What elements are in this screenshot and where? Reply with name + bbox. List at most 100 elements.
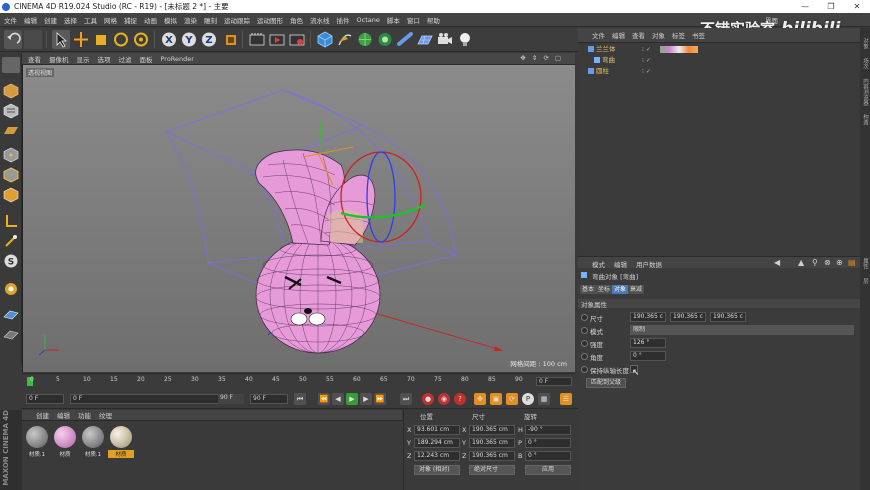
settings-icon[interactable]: ▤ — [848, 258, 856, 267]
end-frame-field[interactable]: 90 F — [250, 394, 288, 404]
material-menu-function[interactable]: 功能 — [78, 410, 91, 420]
y-axis-lock-icon[interactable]: Y — [180, 30, 198, 49]
record-button[interactable]: ● — [422, 393, 434, 405]
play-button[interactable]: ▶ — [346, 393, 358, 405]
tab-basic[interactable]: 基本 — [580, 285, 597, 294]
viewport-nav-icons[interactable]: ✥ ⇕ ⟳ ▢ — [520, 54, 563, 62]
maximize-button[interactable]: ❐ — [818, 0, 844, 13]
undo-icon[interactable] — [4, 30, 22, 49]
object-name[interactable]: 兰兰体 — [596, 44, 616, 55]
menu-snap[interactable]: 捕捉 — [124, 15, 137, 25]
solo-mode-icon[interactable] — [2, 281, 20, 297]
key-position-button[interactable]: ✥ — [474, 393, 486, 405]
viewport-menu-prorender[interactable]: ProRender — [161, 55, 194, 63]
size-y-field[interactable]: 190.365 cm — [469, 438, 515, 448]
tab-attributes[interactable]: 属性 — [861, 258, 869, 269]
angle-field[interactable]: 0 ° — [630, 351, 666, 361]
timeline-ruler[interactable]: 0 5 10 15 20 25 30 35 40 45 50 55 60 65 … — [22, 373, 575, 388]
tab-content-browser[interactable]: 内容浏览器 — [861, 78, 869, 106]
current-frame-field[interactable]: 0 F — [26, 394, 64, 404]
menu-octane[interactable]: Octane — [357, 16, 380, 24]
go-to-end-button[interactable]: ⏭ — [400, 393, 412, 405]
polygons-mode-icon[interactable] — [2, 187, 20, 203]
x-axis-lock-icon[interactable]: X — [160, 30, 178, 49]
deformer-icon[interactable] — [396, 30, 414, 49]
menu-help[interactable]: 帮助 — [427, 15, 440, 25]
auto-key-button[interactable]: ◉ — [438, 393, 450, 405]
size-x-field[interactable]: 190.365 cm — [469, 425, 515, 435]
up-arrow-icon[interactable]: ▲ — [798, 258, 804, 267]
mode-dropdown[interactable]: 限制 — [630, 325, 854, 335]
size-y-value[interactable]: 190.365 c — [670, 312, 706, 322]
visibility-dots-icon[interactable]: ⁝ ✓ — [642, 44, 651, 55]
viewport-menu-view[interactable]: 查看 — [28, 54, 41, 64]
menu-window[interactable]: 窗口 — [407, 15, 420, 25]
position-z-field[interactable]: 12.243 cm — [414, 451, 460, 461]
animate-radio[interactable] — [581, 327, 588, 334]
previous-frame-button[interactable]: ◀ — [332, 393, 344, 405]
texture-mode-icon[interactable] — [2, 103, 20, 119]
minimize-button[interactable]: — — [792, 0, 818, 13]
new-window-icon[interactable]: ⊕ — [836, 258, 843, 267]
menu-tools[interactable]: 工具 — [84, 15, 97, 25]
key-rotation-button[interactable]: ⟳ — [506, 393, 518, 405]
close-button[interactable]: ✕ — [844, 0, 870, 13]
viewport-menu-options[interactable]: 选项 — [98, 54, 111, 64]
tweak-mode-icon[interactable] — [2, 233, 20, 249]
key-scale-button[interactable]: ▣ — [490, 393, 502, 405]
viewport-menu-display[interactable]: 显示 — [77, 54, 90, 64]
menu-select[interactable]: 选择 — [64, 15, 77, 25]
menu-create[interactable]: 创建 — [44, 15, 57, 25]
tab-layers[interactable]: 层 — [861, 278, 869, 284]
apply-button[interactable]: 应用 — [525, 465, 571, 475]
tab-object[interactable]: 对象 — [612, 285, 629, 294]
animate-radio[interactable] — [581, 314, 588, 321]
size-z-value[interactable]: 190.365 c — [710, 312, 746, 322]
material-swatch[interactable]: 材质 — [108, 425, 134, 461]
animate-radio[interactable] — [581, 366, 588, 373]
menu-render[interactable]: 渲染 — [184, 15, 197, 25]
workplane-icon[interactable] — [2, 307, 20, 323]
menu-character[interactable]: 角色 — [290, 15, 303, 25]
size-z-field[interactable]: 190.365 cm — [469, 451, 515, 461]
rotation-b-field[interactable]: 0 ° — [525, 451, 571, 461]
object-menu-view[interactable]: 查看 — [632, 30, 645, 40]
scene-floor-icon[interactable] — [416, 30, 434, 49]
object-row[interactable]: 弯曲 ⁝ ✓ — [578, 55, 860, 66]
size-mode-dropdown[interactable]: 绝对尺寸 — [469, 465, 515, 475]
menu-edit[interactable]: 编辑 — [24, 15, 37, 25]
back-arrow-icon[interactable]: ◀ — [774, 258, 780, 267]
cube-primitive-icon[interactable] — [316, 30, 334, 49]
render-view-icon[interactable] — [248, 30, 266, 49]
material-menu-edit[interactable]: 编辑 — [57, 410, 70, 420]
object-menu-bookmarks[interactable]: 书签 — [692, 30, 705, 40]
axis-mode-icon[interactable] — [2, 213, 20, 229]
edit-render-settings-icon[interactable] — [288, 30, 306, 49]
menu-mograph[interactable]: 运动图形 — [257, 15, 283, 25]
rotation-h-field[interactable]: -90 ° — [525, 425, 571, 435]
workplane-mode-icon[interactable] — [2, 123, 20, 139]
object-tags[interactable] — [660, 46, 698, 53]
object-name[interactable]: 弯曲 — [602, 55, 615, 66]
tab-structure[interactable]: 构造 — [861, 114, 869, 125]
z-axis-lock-icon[interactable]: Z — [200, 30, 218, 49]
menu-pipeline[interactable]: 流水线 — [310, 15, 330, 25]
material-swatch[interactable]: 材质.1 — [80, 425, 106, 461]
menu-file[interactable]: 文件 — [4, 15, 17, 25]
strength-field[interactable]: 126 ° — [630, 338, 666, 348]
visibility-dots-icon[interactable]: ⁝ ✓ — [642, 55, 651, 66]
object-row[interactable]: 圆柱 ⁝ ✓ — [578, 66, 860, 77]
object-name[interactable]: 圆柱 — [596, 66, 609, 77]
tab-coordinates[interactable]: 坐标 — [596, 285, 613, 294]
edges-mode-icon[interactable] — [2, 167, 20, 183]
next-keyframe-button[interactable]: ⏩ — [374, 393, 386, 405]
tab-takes[interactable]: 场次 — [861, 58, 869, 69]
lock-workplane-icon[interactable] — [2, 327, 20, 343]
object-menu-file[interactable]: 文件 — [592, 30, 605, 40]
search-icon[interactable]: ⚲ — [812, 258, 818, 267]
key-pla-button[interactable]: ▦ — [538, 393, 550, 405]
match-to-parent-button[interactable]: 匹配到父级 — [586, 378, 627, 388]
viewport-menu-filter[interactable]: 过滤 — [119, 54, 132, 64]
render-to-picture-viewer-icon[interactable] — [268, 30, 286, 49]
live-select-icon[interactable] — [52, 30, 70, 49]
